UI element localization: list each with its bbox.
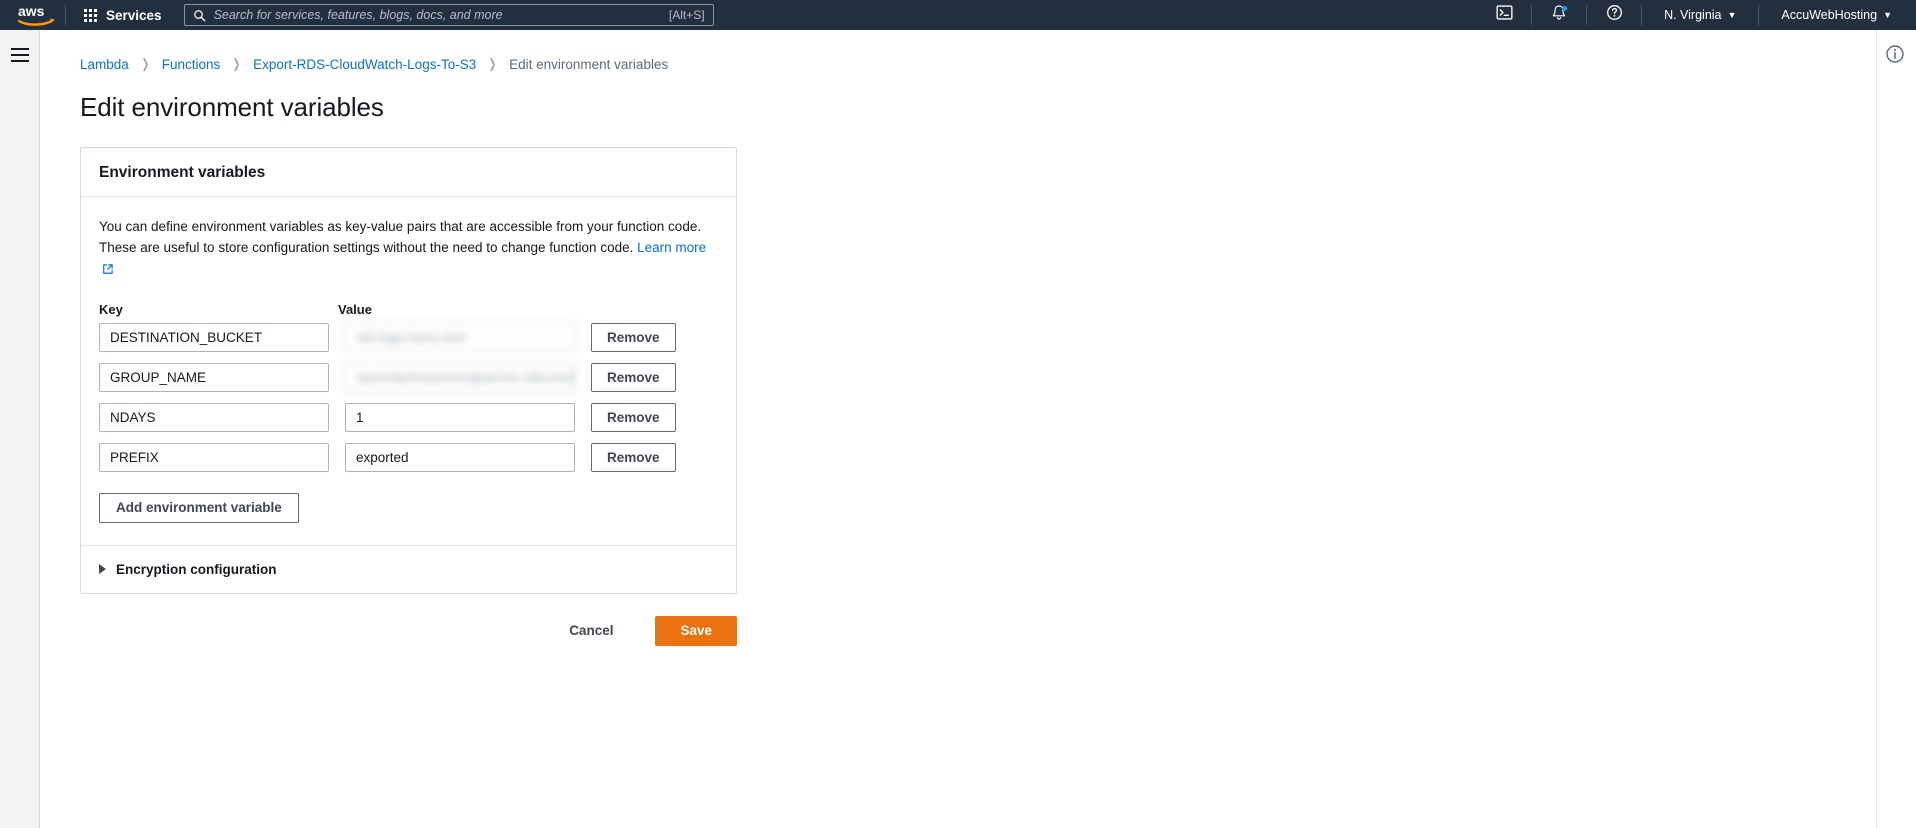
breadcrumb-separator-icon: ❯: [141, 56, 150, 71]
left-navigation-rail: [0, 30, 40, 828]
right-info-rail: [1876, 30, 1916, 828]
services-label: Services: [106, 7, 162, 23]
save-button[interactable]: Save: [655, 615, 737, 646]
top-nav-right-group: N. Virginia ▼ AccuWebHosting ▼: [1487, 0, 1916, 30]
column-header-value: Value: [338, 301, 372, 317]
encryption-configuration-expander[interactable]: Encryption configuration: [99, 562, 277, 577]
env-var-value-input[interactable]: 1: [345, 402, 575, 432]
info-circle-icon: [1885, 45, 1905, 68]
page-title: Edit environment variables: [80, 92, 384, 122]
region-label: N. Virginia: [1664, 8, 1722, 22]
environment-variables-card: Environment variables You can define env…: [80, 147, 737, 594]
remove-button[interactable]: Remove: [591, 362, 676, 392]
env-var-key-input[interactable]: NDAYS: [99, 402, 329, 432]
breadcrumb-item-current: Edit environment variables: [509, 56, 669, 72]
global-search-bar[interactable]: Search for services, features, blogs, do…: [183, 4, 714, 26]
cloudshell-terminal-icon: [1496, 4, 1513, 26]
chevron-down-icon: ▼: [1727, 10, 1737, 20]
breadcrumb: Lambda ❯ Functions ❯ Export-RDS-CloudWat…: [80, 56, 1876, 72]
env-var-row: DESTINATION_BUCKET rds-logs-harry-test R…: [99, 322, 718, 352]
env-var-row: PREFIX exported Remove: [99, 442, 718, 472]
env-var-value-input[interactable]: /aws/rds/instance/sqlserver-vibcorediv: [345, 362, 575, 392]
breadcrumb-item-function-name[interactable]: Export-RDS-CloudWatch-Logs-To-S3: [253, 57, 476, 72]
env-var-key-input[interactable]: PREFIX: [99, 442, 329, 472]
search-shortcut-hint: [Alt+S]: [668, 8, 705, 22]
services-menu-button[interactable]: Services: [76, 0, 170, 30]
notifications-button[interactable]: [1542, 0, 1576, 30]
env-var-key-input[interactable]: DESTINATION_BUCKET: [99, 322, 329, 352]
nav-divider-2: [1531, 5, 1533, 25]
cloudshell-button[interactable]: [1487, 0, 1521, 30]
account-menu[interactable]: AccuWebHosting ▼: [1769, 0, 1904, 30]
triangle-right-icon: [99, 564, 106, 575]
external-link-icon: [102, 261, 114, 282]
card-description: You can define environment variables as …: [99, 217, 718, 282]
cancel-button[interactable]: Cancel: [549, 616, 633, 646]
remove-button[interactable]: Remove: [591, 402, 676, 432]
env-var-value-input[interactable]: exported: [345, 442, 575, 472]
remove-button[interactable]: Remove: [591, 322, 676, 352]
encryption-configuration-label: Encryption configuration: [116, 561, 277, 577]
info-panel-button[interactable]: [1885, 44, 1905, 69]
breadcrumb-item-functions[interactable]: Functions: [162, 57, 221, 72]
breadcrumb-separator-icon: ❯: [232, 56, 241, 71]
env-var-value-input[interactable]: rds-logs-harry-test: [345, 322, 575, 352]
aws-logo[interactable]: aws: [17, 3, 55, 27]
svg-text:aws: aws: [18, 3, 45, 19]
region-selector[interactable]: N. Virginia ▼: [1652, 0, 1748, 30]
services-grid-icon: [84, 8, 97, 22]
hamburger-menu-icon[interactable]: [11, 48, 29, 62]
account-label: AccuWebHosting: [1781, 8, 1878, 22]
learn-more-link[interactable]: Learn more: [637, 240, 706, 255]
help-circle-icon: [1606, 4, 1623, 26]
help-button[interactable]: [1597, 0, 1631, 30]
remove-button[interactable]: Remove: [591, 442, 676, 472]
nav-divider-4: [1641, 5, 1643, 25]
nav-divider-1: [65, 5, 66, 25]
card-body: You can define environment variables as …: [81, 197, 736, 545]
column-headers: Key Value: [99, 302, 718, 317]
env-var-row: GROUP_NAME /aws/rds/instance/sqlserver-v…: [99, 362, 718, 392]
encryption-configuration-section: Encryption configuration: [81, 544, 736, 593]
search-input[interactable]: Search for services, features, blogs, do…: [214, 8, 669, 22]
search-icon: [193, 9, 206, 22]
breadcrumb-item-lambda[interactable]: Lambda: [80, 57, 129, 72]
card-header: Environment variables: [81, 148, 736, 197]
form-actions: Cancel Save: [80, 615, 737, 646]
env-var-key-input[interactable]: GROUP_NAME: [99, 362, 329, 392]
main-content-area: Lambda ❯ Functions ❯ Export-RDS-CloudWat…: [40, 30, 1876, 828]
card-heading: Environment variables: [99, 164, 266, 181]
nav-divider-5: [1758, 5, 1760, 25]
breadcrumb-separator-icon: ❯: [488, 56, 497, 71]
add-environment-variable-button[interactable]: Add environment variable: [99, 492, 299, 523]
column-header-key: Key: [99, 301, 123, 317]
chevron-down-icon: ▼: [1883, 10, 1892, 20]
env-var-row: NDAYS 1 Remove: [99, 402, 718, 432]
top-navigation-bar: aws Services Search for services, featur…: [0, 0, 1916, 30]
nav-divider-3: [1586, 5, 1588, 25]
description-text: You can define environment variables as …: [99, 219, 702, 255]
